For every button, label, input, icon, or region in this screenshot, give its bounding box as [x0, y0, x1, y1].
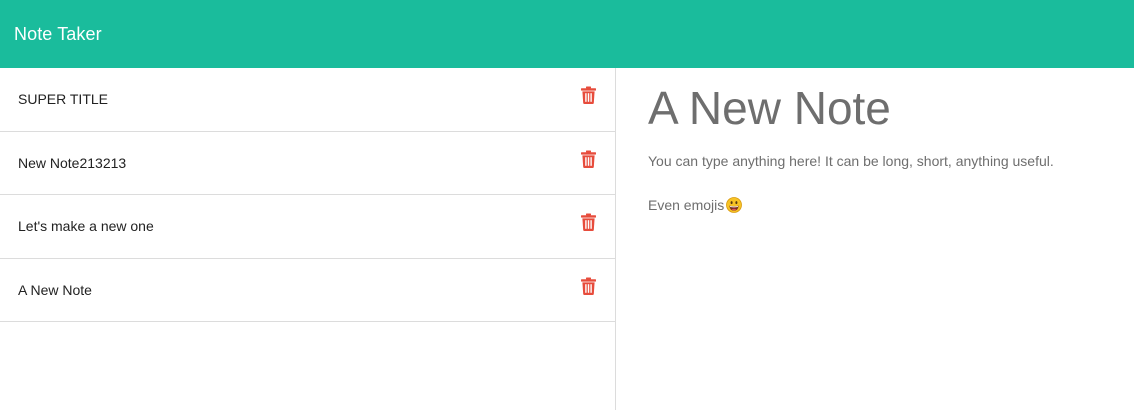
note-text-line: Even emojis — [648, 194, 1134, 219]
delete-note-button[interactable] — [579, 85, 597, 105]
note-list-item[interactable]: New Note213213 — [0, 132, 615, 195]
note-list-item-title: New Note213213 — [18, 154, 127, 171]
brand-title[interactable]: Note Taker — [14, 24, 102, 45]
note-list-item[interactable]: SUPER TITLE — [0, 68, 615, 132]
note-list-item[interactable]: A New Note — [0, 259, 615, 322]
navbar: Note Taker — [0, 0, 1134, 68]
note-title-input[interactable]: A New Note — [648, 82, 1134, 134]
grinning-face-icon — [726, 197, 743, 219]
delete-note-button[interactable] — [579, 212, 597, 232]
delete-note-button[interactable] — [579, 276, 597, 296]
note-list: SUPER TITLE New Note213213 Let's make a … — [0, 68, 616, 410]
note-text-line: You can type anything here! It can be lo… — [648, 150, 1134, 172]
trash-icon — [580, 277, 596, 295]
note-text-line-content: Even emojis — [648, 197, 725, 213]
trash-icon — [580, 86, 596, 105]
note-list-item[interactable]: Let's make a new one — [0, 195, 615, 259]
delete-note-button[interactable] — [579, 149, 597, 169]
trash-icon — [580, 150, 596, 168]
trash-icon — [580, 213, 596, 232]
note-text-line-content: You can type anything here! It can be lo… — [648, 153, 1054, 169]
note-editor: A New Note You can type anything here! I… — [616, 68, 1134, 410]
note-text-area[interactable]: You can type anything here! It can be lo… — [648, 150, 1134, 219]
note-list-item-title: SUPER TITLE — [18, 91, 108, 108]
note-list-item-title: A New Note — [18, 281, 92, 298]
note-list-item-title: Let's make a new one — [18, 218, 154, 235]
